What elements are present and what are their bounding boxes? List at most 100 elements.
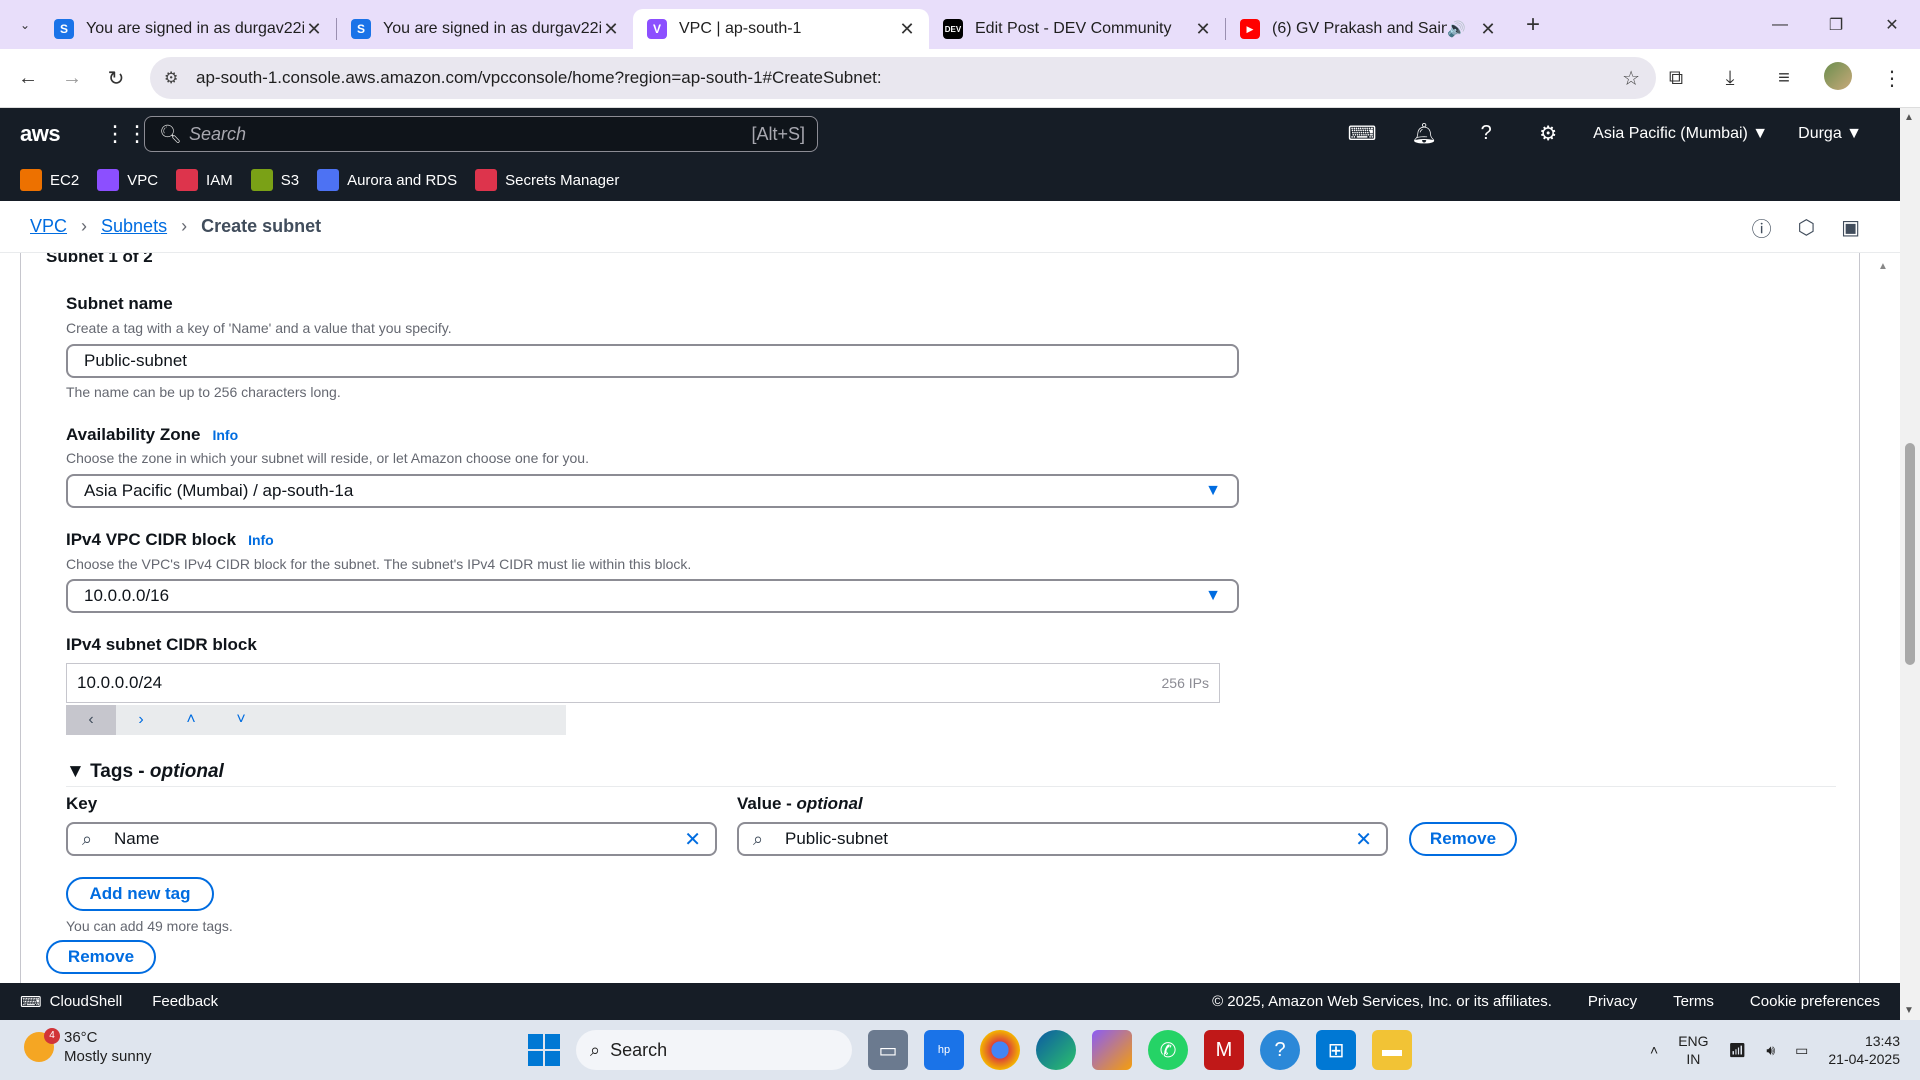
subnet-cidr-label: IPv4 subnet CIDR block bbox=[66, 635, 257, 654]
windows-start-icon[interactable] bbox=[528, 1034, 560, 1066]
help-app-icon[interactable]: ? bbox=[1260, 1030, 1300, 1070]
mcafee-icon[interactable]: M bbox=[1204, 1030, 1244, 1070]
address-bar[interactable]: ⚙ ap-south-1.console.aws.amazon.com/vpcc… bbox=[150, 57, 1656, 99]
tutorial-icon[interactable]: ⬡ bbox=[1798, 215, 1815, 240]
browser-tab-4[interactable]: DEV Edit Post - DEV Community ✕ bbox=[929, 9, 1225, 49]
weather-widget[interactable]: 4 36°C Mostly sunny bbox=[24, 1028, 152, 1066]
aws-logo[interactable]: aws bbox=[20, 121, 61, 147]
store-icon[interactable]: ⊞ bbox=[1316, 1030, 1356, 1070]
az-info-link[interactable]: Info bbox=[212, 427, 238, 443]
battery-icon[interactable]: ▭ bbox=[1795, 1042, 1808, 1059]
tab-close-icon[interactable]: ✕ bbox=[304, 19, 324, 40]
download-icon[interactable]: ⤓ bbox=[1712, 67, 1748, 90]
browser-tab-5[interactable]: ▶ (6) GV Prakash and Saindha 🔊 ✕ bbox=[1226, 9, 1510, 49]
reload-icon[interactable]: ↻ bbox=[94, 66, 138, 91]
cloudshell-button[interactable]: ⌨ CloudShell bbox=[20, 993, 122, 1011]
aws-search-input[interactable]: 🔍︎ Search [Alt+S] bbox=[144, 116, 818, 152]
restore-icon[interactable]: ❐ bbox=[1808, 15, 1864, 35]
language-indicator[interactable]: ENG IN bbox=[1678, 1032, 1708, 1068]
clear-icon[interactable]: ✕ bbox=[684, 827, 701, 852]
favorite-aurora-rds[interactable]: Aurora and RDS bbox=[317, 169, 457, 191]
chevron-up-icon[interactable]: ˄ bbox=[1650, 1042, 1658, 1058]
notifications-bell-icon[interactable]: 🔔︎ bbox=[1393, 121, 1455, 146]
help-icon[interactable]: ? bbox=[1455, 122, 1517, 145]
clock[interactable]: 13:43 21-04-2025 bbox=[1828, 1032, 1900, 1068]
tags-toggle[interactable]: ▼ Tags - optional bbox=[66, 761, 224, 783]
scroll-up-icon[interactable]: ▲ bbox=[1904, 112, 1914, 123]
tab-close-icon[interactable]: ✕ bbox=[897, 19, 917, 40]
copilot-icon[interactable] bbox=[1092, 1030, 1132, 1070]
task-view-icon[interactable]: ▭ bbox=[868, 1030, 908, 1070]
forward-icon[interactable]: → bbox=[50, 67, 94, 90]
search-icon: ⌕ bbox=[82, 828, 93, 849]
scroll-up-icon[interactable]: ▲ bbox=[1878, 261, 1888, 272]
volume-icon[interactable]: 🔊︎ bbox=[1766, 1042, 1775, 1059]
new-tab-icon[interactable]: + bbox=[1526, 11, 1540, 39]
vpc-cidr-select[interactable]: 10.0.0.0/16 ▼ bbox=[66, 579, 1239, 613]
tag-key-input[interactable]: ⌕ Name ✕ bbox=[66, 822, 717, 856]
chrome-icon[interactable] bbox=[980, 1030, 1020, 1070]
scroll-down-icon[interactable]: ▼ bbox=[1904, 1005, 1914, 1016]
info-panel-icon[interactable]: ⓘ bbox=[1752, 213, 1772, 242]
bookmark-star-icon[interactable]: ☆ bbox=[1622, 66, 1640, 91]
favorite-secrets-manager[interactable]: Secrets Manager bbox=[475, 169, 619, 191]
terms-link[interactable]: Terms bbox=[1673, 993, 1714, 1010]
tag-value-input[interactable]: ⌕ Public-subnet ✕ bbox=[737, 822, 1388, 856]
remove-tag-button[interactable]: Remove bbox=[1409, 822, 1517, 856]
browser-tab-3[interactable]: V VPC | ap-south-1 ✕ bbox=[633, 9, 929, 49]
clear-icon[interactable]: ✕ bbox=[1355, 827, 1372, 852]
back-icon[interactable]: ← bbox=[6, 67, 50, 90]
breadcrumb-subnets[interactable]: Subnets bbox=[101, 216, 167, 237]
chevron-down-icon[interactable]: ˅ bbox=[216, 705, 266, 735]
file-explorer-icon[interactable]: ▬ bbox=[1372, 1030, 1412, 1070]
cloudshell-icon[interactable]: ⌨ bbox=[1331, 121, 1393, 146]
az-select[interactable]: Asia Pacific (Mumbai) / ap-south-1a ▼ bbox=[66, 474, 1239, 508]
favorite-vpc[interactable]: VPC bbox=[97, 169, 158, 191]
chevron-up-icon[interactable]: ˄ bbox=[166, 705, 216, 735]
add-new-tag-button[interactable]: Add new tag bbox=[66, 877, 214, 911]
subnet-name-input[interactable]: Public-subnet bbox=[66, 344, 1239, 378]
taskbar-search[interactable]: ⌕ Search bbox=[576, 1030, 852, 1070]
favorite-ec2[interactable]: EC2 bbox=[20, 169, 79, 191]
browser-tab-2[interactable]: S You are signed in as durgav22it ✕ bbox=[337, 9, 633, 49]
chevron-right-icon[interactable]: › bbox=[116, 705, 166, 735]
feedback-icon[interactable]: ▣ bbox=[1841, 215, 1860, 240]
profile-avatar[interactable] bbox=[1820, 61, 1856, 96]
system-tray: ˄ ENG IN 📶︎ 🔊︎ ▭ 13:43 21-04-2025 bbox=[1650, 1028, 1900, 1072]
cookie-preferences-link[interactable]: Cookie preferences bbox=[1750, 993, 1880, 1010]
favorite-s3[interactable]: S3 bbox=[250, 169, 299, 191]
content-scrollbar[interactable]: ▲ bbox=[1878, 253, 1888, 983]
media-control-icon[interactable]: ≡ bbox=[1766, 67, 1802, 90]
windows-taskbar: 4 36°C Mostly sunny ⌕ Search ▭ hp ✆ M ? ⊞… bbox=[0, 1020, 1920, 1080]
search-icon: ⌕ bbox=[590, 1039, 601, 1060]
chevron-left-icon[interactable]: ‹ bbox=[66, 705, 116, 735]
browser-menu-icon[interactable]: ⋮ bbox=[1874, 66, 1910, 91]
page-scrollbar[interactable]: ▲ ▼ bbox=[1900, 108, 1920, 1020]
browser-tab-1[interactable]: S You are signed in as durgav22it ✕ bbox=[40, 9, 336, 49]
tab-search-button[interactable]: ⌄ bbox=[10, 10, 40, 40]
minimize-icon[interactable]: — bbox=[1752, 16, 1808, 34]
subnet-cidr-input[interactable]: 10.0.0.0/24 256 IPs bbox=[66, 663, 1220, 703]
myhp-icon[interactable]: hp bbox=[924, 1030, 964, 1070]
settings-gear-icon[interactable]: ⚙ bbox=[1517, 121, 1579, 146]
tab-close-icon[interactable]: ✕ bbox=[601, 19, 621, 40]
whatsapp-icon[interactable]: ✆ bbox=[1148, 1030, 1188, 1070]
extensions-icon[interactable]: ⧉ bbox=[1658, 67, 1694, 90]
wifi-icon[interactable]: 📶︎ bbox=[1729, 1042, 1747, 1059]
search-icon: 🔍︎ bbox=[159, 123, 182, 144]
favorite-iam[interactable]: IAM bbox=[176, 169, 233, 191]
audio-icon[interactable]: 🔊 bbox=[1447, 20, 1466, 38]
remove-subnet-button[interactable]: Remove bbox=[46, 940, 156, 974]
account-menu[interactable]: Durga ▼ bbox=[1798, 125, 1862, 143]
scrollbar-thumb[interactable] bbox=[1905, 443, 1915, 665]
tab-close-icon[interactable]: ✕ bbox=[1478, 19, 1498, 40]
close-window-icon[interactable]: ✕ bbox=[1864, 15, 1920, 35]
tab-close-icon[interactable]: ✕ bbox=[1193, 19, 1213, 40]
breadcrumb-vpc[interactable]: VPC bbox=[30, 216, 67, 237]
region-selector[interactable]: Asia Pacific (Mumbai) ▼ bbox=[1593, 125, 1768, 143]
feedback-link[interactable]: Feedback bbox=[152, 993, 218, 1010]
vpc-cidr-info-link[interactable]: Info bbox=[248, 532, 274, 548]
privacy-link[interactable]: Privacy bbox=[1588, 993, 1637, 1010]
edge-icon[interactable] bbox=[1036, 1030, 1076, 1070]
site-info-icon[interactable]: ⚙ bbox=[164, 68, 178, 88]
